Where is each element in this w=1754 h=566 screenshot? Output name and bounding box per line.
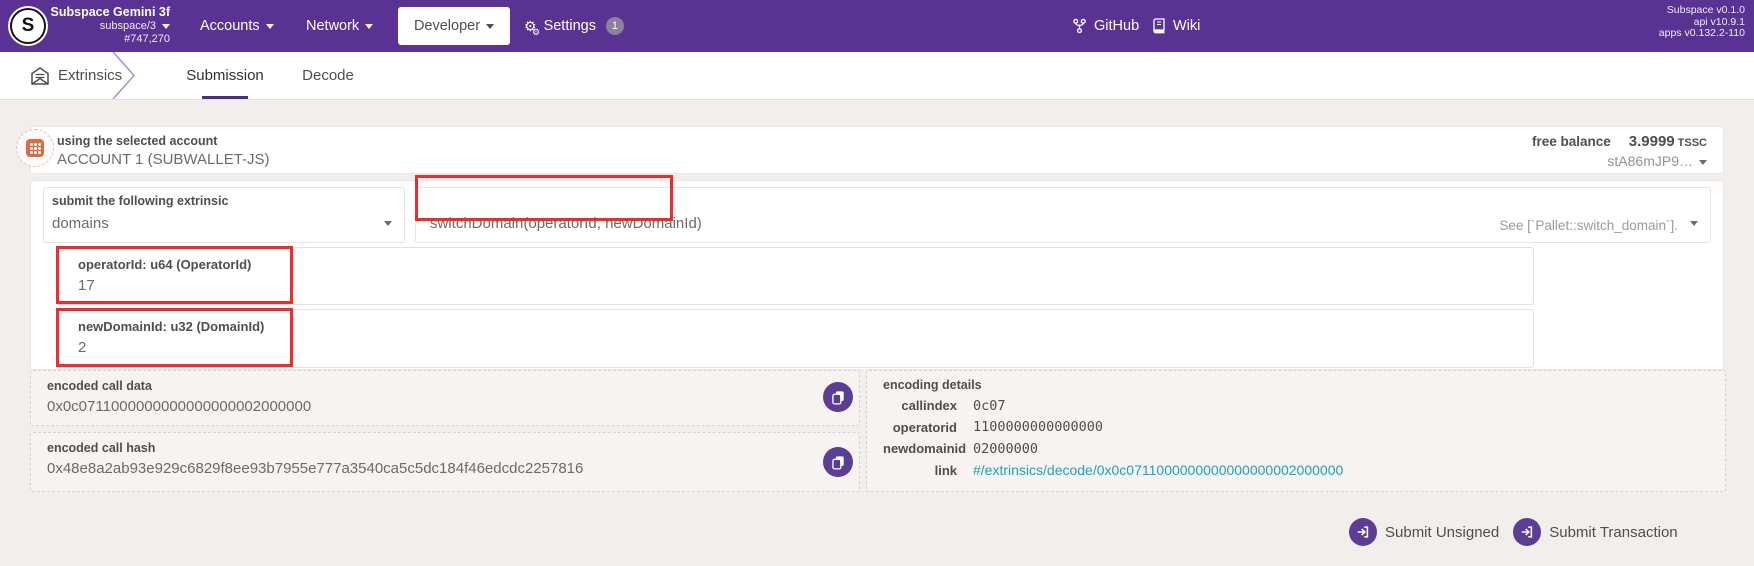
extrinsics-icon: [30, 66, 50, 91]
git-branch-icon: [1072, 18, 1087, 34]
encoded-call-data-value: 0x0c0711000000000000000002000000: [47, 398, 311, 415]
chevron-down-icon: [486, 24, 494, 29]
encoded-call-hash-box: encoded call hash 0x48e8a2ab93e929c6829f…: [30, 432, 860, 492]
detail-key: newdomainid: [883, 441, 957, 456]
detail-row-operatorid: operatorid 1100000000000000: [883, 417, 1709, 439]
copy-call-data-button[interactable]: [823, 382, 853, 412]
sign-in-icon: [1349, 518, 1377, 546]
param-operator-id-label: operatorId: u64 (OperatorId): [78, 257, 251, 272]
encoded-call-data-label: encoded call data: [47, 379, 152, 393]
apps-version: apps v0.132.2-110: [1659, 28, 1745, 40]
tab-submission[interactable]: Submission: [180, 52, 270, 99]
encoded-call-hash-value: 0x48e8a2ab93e929c6829f8ee93b7955e777a354…: [47, 460, 583, 477]
chevron-down-icon: [1699, 160, 1707, 165]
nav-network[interactable]: Network: [306, 0, 373, 52]
chevron-down-icon: [266, 24, 274, 29]
nav-network-label: Network: [306, 18, 359, 34]
detail-value: 02000000: [973, 441, 1038, 457]
detail-value: 1100000000000000: [973, 419, 1103, 435]
wiki-label: Wiki: [1173, 18, 1200, 34]
github-link[interactable]: GitHub: [1072, 0, 1139, 52]
decode-link[interactable]: #/extrinsics/decode/0x0c0711000000000000…: [973, 462, 1343, 478]
breadcrumb-chevron: [110, 52, 142, 99]
encoding-details-label: encoding details: [883, 378, 982, 392]
detail-key: link: [883, 463, 957, 478]
copy-call-hash-button[interactable]: [823, 447, 853, 477]
settings-badge: 1: [606, 17, 624, 35]
pallet-dropdown[interactable]: submit the following extrinsic domains: [43, 187, 405, 243]
encoded-call-data-box: encoded call data 0x0c071100000000000000…: [30, 370, 860, 426]
subwallet-icon: [26, 139, 44, 157]
method-value: switchDomain(operatorId, newDomainId): [430, 215, 702, 232]
version-info: Subspace v0.1.0 api v10.9.1 apps v0.132.…: [1659, 5, 1745, 40]
node-version: Subspace v0.1.0: [1659, 5, 1745, 17]
param-operator-id-value: 17: [78, 277, 95, 294]
book-icon: [1152, 18, 1166, 34]
param-new-domain-id-value: 2: [78, 339, 86, 356]
free-balance-value: 3.9999: [1629, 133, 1675, 150]
tab-decode-label: Decode: [302, 67, 354, 84]
nav-accounts-label: Accounts: [200, 18, 260, 34]
nav-accounts[interactable]: Accounts: [200, 0, 274, 52]
detail-key: operatorid: [883, 420, 957, 435]
subspace-logo[interactable]: S: [8, 6, 48, 46]
sign-in-icon: [1513, 518, 1541, 546]
detail-row-callindex: callindex 0c07: [883, 395, 1709, 417]
runtime-version: subspace/3: [100, 20, 156, 32]
extrinsic-section-label: submit the following extrinsic: [52, 194, 228, 208]
param-new-domain-id-label: newDomainId: u32 (DomainId): [78, 319, 264, 334]
detail-value: 0c07: [973, 398, 1006, 414]
action-buttons: Submit Unsigned Submit Transaction: [1349, 513, 1678, 551]
param-operator-id-input[interactable]: operatorId: u64 (OperatorId) 17: [57, 247, 1534, 305]
copy-icon: [831, 455, 845, 470]
chevron-down-icon: [162, 24, 170, 29]
account-select-card[interactable]: using the selected account ACCOUNT 1 (SU…: [30, 126, 1724, 174]
pallet-value: domains: [52, 215, 109, 232]
account-address-short: stA86mJP9…: [1607, 153, 1693, 169]
nav-settings-label: Settings: [544, 18, 596, 34]
github-label: GitHub: [1094, 18, 1139, 34]
method-doc: See [`Pallet::switch_domain`].: [1499, 218, 1678, 233]
encoding-details-rows: callindex 0c07 operatorid 11000000000000…: [883, 395, 1709, 481]
best-block-number: #747,270: [48, 33, 170, 46]
account-identicon: [16, 129, 54, 167]
chain-selector[interactable]: Subspace Gemini 3f subspace/3 #747,270: [48, 5, 170, 46]
balance-unit: TSSC: [1678, 137, 1707, 149]
submit-unsigned-button[interactable]: Submit Unsigned: [1349, 518, 1499, 546]
copy-icon: [831, 390, 845, 405]
nav-settings[interactable]: ⚙⚙ Settings 1: [524, 0, 624, 52]
tab-bar: Extrinsics Submission Decode: [0, 52, 1754, 100]
subspace-logo-letter: S: [10, 8, 46, 44]
detail-row-link: link #/extrinsics/decode/0x0c07110000000…: [883, 460, 1709, 482]
submit-transaction-label: Submit Transaction: [1549, 524, 1677, 541]
chevron-down-icon: [365, 24, 373, 29]
account-balance-block: free balance 3.9999TSSC stA86mJP9…: [1532, 133, 1707, 169]
method-dropdown[interactable]: switchDomain(operatorId, newDomainId) Se…: [415, 187, 1711, 243]
selected-account-name: ACCOUNT 1 (SUBWALLET-JS): [57, 151, 270, 168]
param-new-domain-id-input[interactable]: newDomainId: u32 (DomainId) 2: [57, 309, 1534, 368]
chain-name: Subspace Gemini 3f: [48, 5, 170, 20]
account-select-label: using the selected account: [57, 134, 217, 148]
account-address-toggle[interactable]: stA86mJP9…: [1532, 153, 1707, 169]
submit-unsigned-label: Submit Unsigned: [1385, 524, 1499, 541]
free-balance-label: free balance: [1532, 134, 1611, 149]
chevron-down-icon: [1690, 221, 1698, 226]
detail-row-newdomainid: newdomainid 02000000: [883, 438, 1709, 460]
submit-transaction-button[interactable]: Submit Transaction: [1513, 518, 1677, 546]
wiki-link[interactable]: Wiki: [1152, 0, 1200, 52]
nav-developer-label: Developer: [414, 18, 480, 34]
encoding-details-box: encoding details callindex 0c07 operator…: [866, 370, 1726, 492]
extrinsics-page: S Subspace Gemini 3f subspace/3 #747,270…: [0, 0, 1754, 566]
detail-key: callindex: [883, 398, 957, 413]
encoded-call-hash-label: encoded call hash: [47, 441, 155, 455]
tab-submission-label: Submission: [186, 67, 264, 84]
extrinsic-card: submit the following extrinsic domains s…: [30, 180, 1724, 370]
nav-developer[interactable]: Developer: [398, 7, 510, 45]
top-nav-bar: S Subspace Gemini 3f subspace/3 #747,270…: [0, 0, 1754, 52]
chevron-down-icon: [384, 221, 392, 226]
tab-decode[interactable]: Decode: [293, 52, 363, 99]
gear-icon: ⚙⚙: [524, 19, 537, 33]
